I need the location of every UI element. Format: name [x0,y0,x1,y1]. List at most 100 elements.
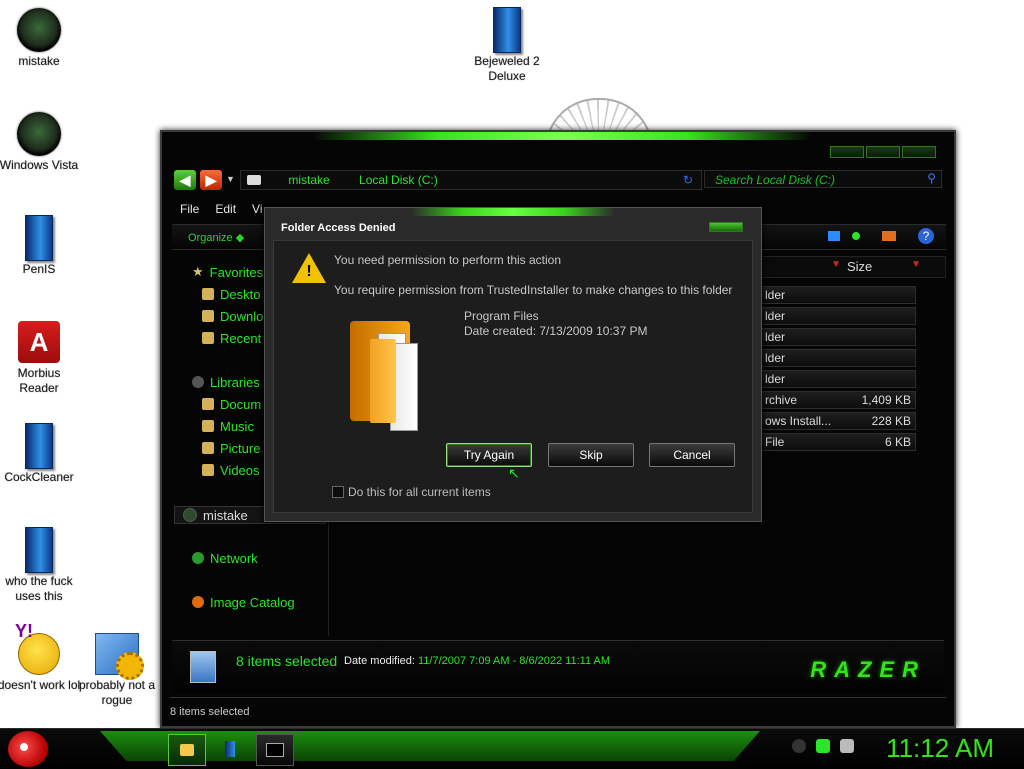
desktop-icon-bejeweled[interactable]: Bejeweled 2 Deluxe [465,7,549,84]
file-type: ows Install... [765,414,832,428]
file-row[interactable]: lder [760,286,916,304]
file-row[interactable]: lder [760,349,916,367]
item-name: Program Files [464,309,539,323]
nav-image-catalog[interactable]: Image Catalog [192,592,295,612]
breadcrumb-mistake[interactable]: mistake [288,173,329,187]
maximize-button[interactable] [866,146,900,158]
apply-to-all-checkbox[interactable]: Do this for all current items [332,485,491,499]
skip-button[interactable]: Skip [548,443,634,467]
file-size: 1,409 KB [861,393,911,407]
organize-button[interactable]: Organize ◆ [188,231,244,244]
taskbar-explorer-button[interactable] [168,734,206,766]
game-box-icon [17,215,61,261]
warning-exclamation-icon: ! [306,263,312,280]
file-row[interactable]: lder [760,307,916,325]
game-box-icon [17,423,61,469]
desktop-icon-morbius-reader[interactable]: A Morbius Reader [0,320,81,396]
date-modified: Date modified: 11/7/2007 7:09 AM - 8/6/2… [344,655,610,667]
nav-desktop[interactable]: Deskto [202,284,260,304]
checkbox-box[interactable] [332,486,344,498]
desktop-icon-cockcleaner[interactable]: CockCleaner [0,423,81,485]
breadcrumb-local-disk[interactable]: Local Disk (C:) [359,173,438,187]
file-type: File [765,435,785,449]
nav-music-label: Music [220,418,254,434]
column-size-dropdown-icon[interactable]: ▼ [911,259,921,270]
razer-logo: RAZER [810,657,926,682]
selected-count: 8 items selected [236,653,338,669]
nav-network[interactable]: Network [192,548,258,568]
volume-icon[interactable] [840,739,854,753]
selected-items-icon [190,651,216,683]
details-pane: 8 items selected Date modified: 11/7/200… [172,640,944,693]
dialog-close-button[interactable] [709,222,743,232]
nav-documents[interactable]: Docum [202,394,261,414]
desktop-icon-label: Morbius Reader [17,366,61,395]
search-icon[interactable]: ⚲ [927,171,936,185]
orb-icon [17,8,61,52]
file-row[interactable]: lder [760,370,916,388]
drive-icon [247,175,261,185]
address-bar[interactable]: mistake Local Disk (C:) ↻ [240,170,702,190]
desktop-icon-penis[interactable]: PenIS [0,215,81,277]
menu-bar: File Edit Vi [174,202,262,222]
file-row[interactable]: lder [760,328,916,346]
preview-pane-icon[interactable] [828,231,840,241]
nav-recent[interactable]: Recent [202,328,261,348]
system-tray [792,739,854,753]
try-again-button[interactable]: Try Again [446,443,532,467]
taskbar: 11:12 AM [0,728,1024,769]
column-size[interactable]: Size [847,259,872,274]
documents-icon [202,398,214,410]
search-input[interactable]: Search Local Disk (C:) [704,170,942,188]
folder-access-denied-dialog: Folder Access Denied ! You need permissi… [264,207,762,522]
organize-label: Organize [188,232,233,244]
minimize-button[interactable] [830,146,864,158]
file-row[interactable]: rchive 1,409 KB [760,391,916,409]
downloads-icon [202,310,214,322]
desktop-icon-mistake[interactable]: mistake [0,8,81,69]
window-controls [830,146,936,158]
nav-libraries[interactable]: Libraries [192,372,260,392]
nav-pictures[interactable]: Picture [202,438,260,458]
recent-pages-dropdown[interactable]: ▼ [226,174,235,184]
network-icon [192,552,204,564]
file-type: lder [765,309,786,323]
taskbar-cmd-button[interactable] [256,734,294,766]
help-icon[interactable]: ? [918,228,934,244]
date-modified-value: 11/7/2007 7:09 AM - 8/6/2022 11:11 AM [418,655,611,667]
view-options-icon[interactable] [852,232,860,240]
desktop-icon-who-uses-this[interactable]: who the fuck uses this [0,527,81,604]
nav-favorites[interactable]: ★ Favorites [192,262,263,282]
desktop-icon-probably-not-a-rogue[interactable]: probably not a rogue [75,632,159,708]
sort-dropdown-icon[interactable]: ▼ [831,259,841,270]
nav-music[interactable]: Music [202,416,254,436]
nav-videos[interactable]: Videos [202,460,260,480]
menu-file[interactable]: File [180,202,199,222]
image-catalog-icon [192,596,204,608]
file-row[interactable]: File 6 KB [760,433,916,451]
menu-view[interactable]: Vi [252,202,262,222]
apply-to-all-label: Do this for all current items [348,485,491,499]
file-row[interactable]: ows Install... 228 KB [760,412,916,430]
cancel-button[interactable]: Cancel [649,443,735,467]
network-tray-icon[interactable] [816,739,830,753]
refresh-icon[interactable]: ↻ [683,171,693,189]
nav-libraries-label: Libraries [210,374,260,390]
dialog-body: ! You need permission to perform this ac… [273,240,753,513]
tray-expand-icon[interactable] [792,739,806,753]
desktop-icon-windows-vista[interactable]: Windows Vista [0,112,81,173]
back-button[interactable]: ◀ [174,170,196,190]
start-button[interactable] [8,731,48,767]
taskbar-game-button[interactable] [212,734,248,764]
item-info: Program Files Date created: 7/13/2009 10… [464,309,647,339]
close-button[interactable] [902,146,936,158]
nav-documents-label: Docum [220,396,262,412]
recycle-orb-icon [17,112,61,156]
nav-downloads[interactable]: Downlo [202,306,263,326]
clock[interactable]: 11:12 AM [886,733,994,764]
desktop-icon-yahoo[interactable]: doesn't work lol [0,624,81,693]
forward-button[interactable]: ▶ [200,170,222,190]
menu-edit[interactable]: Edit [215,202,236,222]
videos-icon [202,464,214,476]
layout-icon[interactable] [882,231,896,241]
